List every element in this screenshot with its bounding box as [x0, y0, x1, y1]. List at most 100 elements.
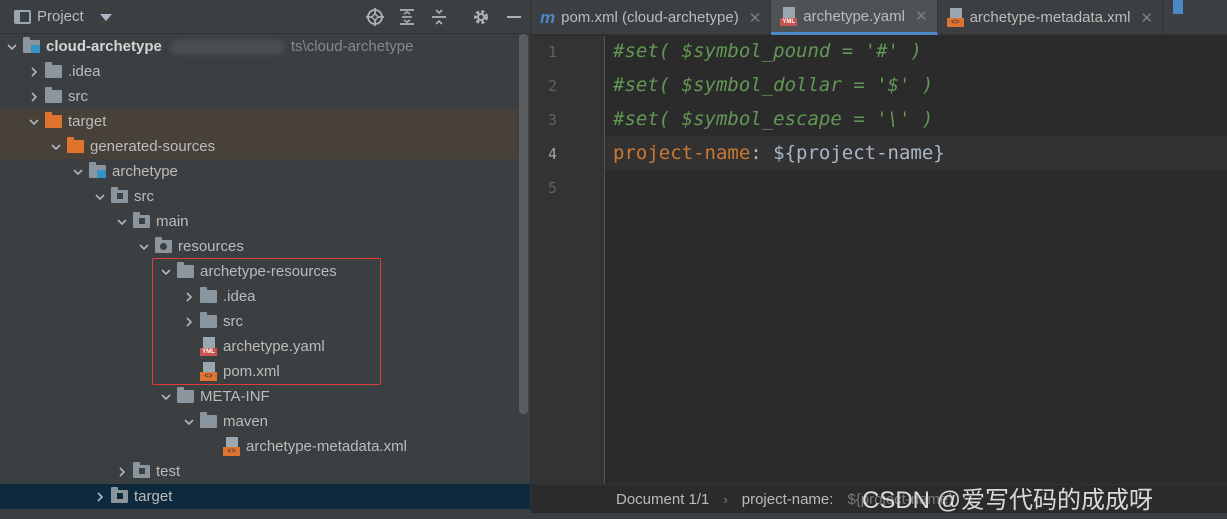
collapse-all-icon[interactable] [430, 8, 448, 26]
module-folder-icon [89, 159, 107, 184]
source-folder-icon [111, 484, 129, 509]
yaml-value-token: : ${project-name} [750, 142, 945, 164]
comment-token: #set( $symbol_pound = '#' ) [613, 40, 922, 62]
tree-label: target [68, 113, 107, 130]
tree-row-resources[interactable]: resources [0, 234, 518, 259]
tree-row-cloud-archetype[interactable]: cloud-archetype ts\cloud-archetype [0, 34, 518, 59]
chevron-down-icon[interactable] [26, 109, 42, 134]
project-panel-title: Project [37, 8, 84, 25]
tree-label: generated-sources [90, 138, 216, 155]
locate-icon[interactable] [366, 8, 384, 26]
chevron-down-icon[interactable] [181, 409, 197, 434]
tree-label: src [223, 313, 243, 330]
source-folder-icon [133, 209, 151, 234]
gear-icon[interactable] [472, 8, 490, 26]
chevron-down-icon[interactable] [114, 209, 130, 234]
tree-label: cloud-archetype [46, 38, 162, 55]
tree-label: archetype-resources [200, 263, 337, 280]
chevron-down-icon[interactable] [158, 384, 174, 409]
chevron-right-icon[interactable] [92, 484, 108, 509]
tree-row-test[interactable]: test [0, 459, 518, 484]
chevron-down-icon[interactable] [99, 14, 112, 21]
tree-label: resources [178, 238, 244, 255]
chevron-down-icon[interactable] [158, 259, 174, 284]
tree-row-archetype[interactable]: archetype [0, 159, 518, 184]
folder-icon [200, 284, 218, 309]
project-window-icon [14, 9, 31, 24]
tree-row-target-selected[interactable]: target [0, 484, 530, 509]
tree-row-meta-inf[interactable]: META-INF [0, 384, 518, 409]
chevron-down-icon[interactable] [70, 159, 86, 184]
minimize-icon[interactable] [505, 8, 523, 26]
expand-all-icon[interactable] [398, 8, 416, 26]
comment-token: #set( $symbol_escape = '\' ) [613, 108, 934, 130]
tree-label: pom.xml [223, 363, 280, 380]
tree-row-main[interactable]: main [0, 209, 518, 234]
yaml-file-icon: YML [780, 6, 798, 26]
source-folder-icon [111, 184, 129, 209]
tree-row-src[interactable]: src [0, 309, 518, 334]
tab-archetype-metadata-xml[interactable]: <> archetype-metadata.xml ✕ [938, 0, 1164, 35]
folder-icon [45, 59, 63, 84]
excluded-folder-icon [45, 109, 63, 134]
breadcrumb-document[interactable]: Document 1/1 [616, 491, 709, 508]
tree-scrollbar[interactable] [519, 34, 528, 414]
line-number: 2 [547, 77, 557, 95]
code-editor[interactable]: #set( $symbol_pound = '#' ) #set( $symbo… [605, 36, 1227, 484]
editor-tab-bar: m pom.xml (cloud-archetype) ✕ YML archet… [531, 0, 1227, 35]
code-line-2[interactable]: #set( $symbol_dollar = '$' ) [613, 74, 933, 96]
folder-icon [177, 384, 195, 409]
chevron-down-icon[interactable] [4, 34, 20, 59]
folder-icon [177, 259, 195, 284]
tree-row-idea[interactable]: .idea [0, 59, 518, 84]
chevron-right-icon[interactable] [114, 459, 130, 484]
source-folder-icon [133, 459, 151, 484]
code-line-1[interactable]: #set( $symbol_pound = '#' ) [613, 40, 922, 62]
chevron-down-icon[interactable] [48, 134, 64, 159]
tree-label: src [134, 188, 154, 205]
tree-row-archetype-yaml[interactable]: YML archetype.yaml [0, 334, 518, 359]
chevron-down-icon[interactable] [92, 184, 108, 209]
maven-icon: m [540, 7, 556, 27]
tab-archetype-yaml[interactable]: YML archetype.yaml ✕ [771, 0, 938, 35]
chevron-right-icon[interactable] [26, 59, 42, 84]
tree-row-idea[interactable]: .idea [0, 284, 518, 309]
xml-file-icon: <> [223, 434, 241, 459]
close-icon[interactable]: ✕ [749, 9, 762, 27]
folder-icon [200, 309, 218, 334]
tree-row-src[interactable]: src [0, 84, 518, 109]
breadcrumb-key[interactable]: project-name: [742, 491, 834, 508]
tree-row-pom-xml[interactable]: <> pom.xml [0, 359, 518, 384]
tree-label: maven [223, 413, 269, 430]
tree-row-src[interactable]: src [0, 184, 518, 209]
chevron-right-icon[interactable] [181, 284, 197, 309]
project-view-selector[interactable]: Project [14, 8, 112, 25]
yaml-key-token: project-name [613, 142, 751, 164]
chevron-down-icon[interactable] [136, 234, 152, 259]
chevron-right-icon[interactable] [181, 309, 197, 334]
project-panel-header: Project [0, 0, 530, 34]
more-tabs-icon[interactable] [1173, 0, 1184, 14]
redacted-path [169, 38, 285, 55]
tree-label: src [68, 88, 88, 105]
tree-label: META-INF [200, 388, 270, 405]
tree-row-maven[interactable]: maven [0, 409, 518, 434]
line-number-gutter: 1 2 3 4 5 [531, 36, 605, 484]
tree-label: main [156, 213, 189, 230]
code-line-4[interactable]: project-name: ${project-name} [613, 142, 945, 164]
code-line-3[interactable]: #set( $symbol_escape = '\' ) [613, 108, 933, 130]
tab-label: pom.xml (cloud-archetype) [561, 9, 739, 26]
tree-row-target[interactable]: target [0, 109, 518, 134]
chevron-right-icon[interactable] [26, 84, 42, 109]
close-icon[interactable]: ✕ [915, 7, 928, 25]
tree-row-generated-sources[interactable]: generated-sources [0, 134, 518, 159]
tab-label: archetype.yaml [803, 7, 905, 25]
tree-label: .idea [68, 63, 101, 80]
tab-pom-xml[interactable]: m pom.xml (cloud-archetype) ✕ [531, 0, 772, 35]
project-tree: cloud-archetype ts\cloud-archetype .idea… [0, 34, 530, 519]
tree-row-archetype-metadata-xml[interactable]: <> archetype-metadata.xml [0, 434, 518, 459]
close-icon[interactable]: ✕ [1140, 9, 1153, 27]
tree-row-archetype-resources[interactable]: archetype-resources [0, 259, 518, 284]
yaml-file-icon: YML [200, 334, 218, 359]
status-bar-edge [0, 513, 1227, 519]
